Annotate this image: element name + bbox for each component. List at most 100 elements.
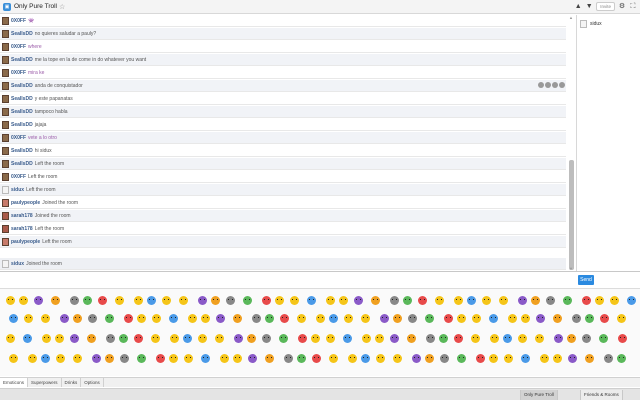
emoticon-icon[interactable] <box>120 354 129 363</box>
avatar[interactable] <box>2 120 9 129</box>
emoticon-icon[interactable] <box>390 334 399 343</box>
message-author[interactable]: 0X0FF <box>11 174 26 180</box>
flag-icon[interactable] <box>552 82 558 88</box>
avatar[interactable] <box>2 133 9 142</box>
message-author[interactable]: SeallsDD <box>11 148 33 154</box>
emoticon-icon[interactable] <box>280 314 289 323</box>
emoticon-icon[interactable] <box>92 354 101 363</box>
emoticon-icon[interactable] <box>265 314 274 323</box>
avatar[interactable] <box>2 259 9 268</box>
avatar[interactable] <box>2 81 9 90</box>
emoticon-icon[interactable] <box>134 334 143 343</box>
message-author[interactable]: 0X0FF <box>11 135 26 141</box>
emoticon-icon[interactable] <box>6 296 15 305</box>
emoticon-icon[interactable] <box>42 334 51 343</box>
emoticon-icon[interactable] <box>284 354 293 363</box>
emoticon-icon[interactable] <box>354 296 363 305</box>
emoticon-icon[interactable] <box>41 314 50 323</box>
emoticon-icon[interactable] <box>326 296 335 305</box>
emoticon-icon[interactable] <box>348 354 357 363</box>
emoticon-icon[interactable] <box>55 334 64 343</box>
emoticon-icon[interactable] <box>563 296 572 305</box>
emoticon-icon[interactable] <box>262 334 271 343</box>
message-author[interactable]: SeallsDD <box>11 96 33 102</box>
emoticon-icon[interactable] <box>179 296 188 305</box>
emoticon-icon[interactable] <box>198 334 207 343</box>
emoticon-icon[interactable] <box>329 314 338 323</box>
emoticon-icon[interactable] <box>73 354 82 363</box>
quote-icon[interactable] <box>545 82 551 88</box>
info-icon[interactable] <box>559 82 565 88</box>
message-author[interactable]: sarah178 <box>11 226 33 232</box>
avatar[interactable] <box>2 16 9 25</box>
emoticon-icon[interactable] <box>439 334 448 343</box>
emoticon-icon[interactable] <box>169 354 178 363</box>
message-author[interactable]: paulypeople <box>11 200 40 206</box>
emoticon-icon[interactable] <box>233 354 242 363</box>
emoticon-icon[interactable] <box>546 296 555 305</box>
avatar[interactable] <box>2 42 9 51</box>
emoticon-icon[interactable] <box>105 354 114 363</box>
avatar[interactable] <box>2 29 9 38</box>
message-author[interactable]: 0X0FF <box>11 70 26 76</box>
emoticon-icon[interactable] <box>147 296 156 305</box>
emoticon-icon[interactable] <box>183 334 192 343</box>
emoticon-icon[interactable] <box>73 314 82 323</box>
emoticon-icon[interactable] <box>151 334 160 343</box>
emoticon-icon[interactable] <box>137 354 146 363</box>
thumbs-up-icon[interactable]: ▲ <box>574 3 582 11</box>
avatar[interactable] <box>2 237 9 246</box>
emoticon-icon[interactable] <box>105 314 114 323</box>
emoticon-icon[interactable] <box>376 354 385 363</box>
emoticon-icon[interactable] <box>184 354 193 363</box>
emoticon-icon[interactable] <box>56 354 65 363</box>
emoticon-icon[interactable] <box>371 296 380 305</box>
fullscreen-icon[interactable]: ⛶ <box>629 3 637 11</box>
avatar[interactable] <box>2 224 9 233</box>
emoticon-icon[interactable] <box>124 314 133 323</box>
emoticon-icon[interactable] <box>418 296 427 305</box>
emoticon-icon[interactable] <box>312 354 321 363</box>
emoticon-icon[interactable] <box>375 334 384 343</box>
emoticon-icon[interactable] <box>316 314 325 323</box>
emoticon-icon[interactable] <box>343 334 352 343</box>
emoticon-icon[interactable] <box>471 334 480 343</box>
emoticon-icon[interactable] <box>535 334 544 343</box>
emoticon-icon[interactable] <box>582 334 591 343</box>
emoticon-icon[interactable] <box>234 334 243 343</box>
emoticon-icon[interactable] <box>83 296 92 305</box>
emoticon-icon[interactable] <box>220 354 229 363</box>
emoticon-icon[interactable] <box>521 314 530 323</box>
invite-button[interactable]: Invite <box>596 2 615 11</box>
message-input[interactable] <box>2 274 570 287</box>
emoticon-icon[interactable] <box>553 354 562 363</box>
emoticon-icon[interactable] <box>275 296 284 305</box>
emoticon-icon[interactable] <box>489 354 498 363</box>
emoticon-icon[interactable] <box>467 296 476 305</box>
emoticon-icon[interactable] <box>490 334 499 343</box>
emoticon-icon[interactable] <box>6 334 15 343</box>
emoticon-icon[interactable] <box>9 354 18 363</box>
emoticon-icon[interactable] <box>499 296 508 305</box>
emoticon-icon[interactable] <box>508 314 517 323</box>
message-author[interactable]: SeallsDD <box>11 161 33 167</box>
emoticon-icon[interactable] <box>393 314 402 323</box>
emoticon-icon[interactable] <box>226 296 235 305</box>
emoticon-icon[interactable] <box>28 354 37 363</box>
emoticon-icon[interactable] <box>361 314 370 323</box>
emoticon-icon[interactable] <box>134 296 143 305</box>
emoticon-icon[interactable] <box>152 314 161 323</box>
emoticon-icon[interactable] <box>162 296 171 305</box>
send-button[interactable]: Send <box>578 275 594 285</box>
emoticon-icon[interactable] <box>553 314 562 323</box>
emoticon-icon[interactable] <box>265 354 274 363</box>
emoticon-icon[interactable] <box>572 314 581 323</box>
avatar[interactable] <box>2 172 9 181</box>
emoticon-icon[interactable] <box>489 314 498 323</box>
emoticon-icon[interactable] <box>106 334 115 343</box>
message-author[interactable]: SeallsDD <box>11 31 33 37</box>
avatar[interactable] <box>2 107 9 116</box>
emoticon-icon[interactable] <box>390 296 399 305</box>
message-author[interactable]: 0X0FF <box>11 18 26 24</box>
message-author[interactable]: paulypeople <box>11 239 40 245</box>
